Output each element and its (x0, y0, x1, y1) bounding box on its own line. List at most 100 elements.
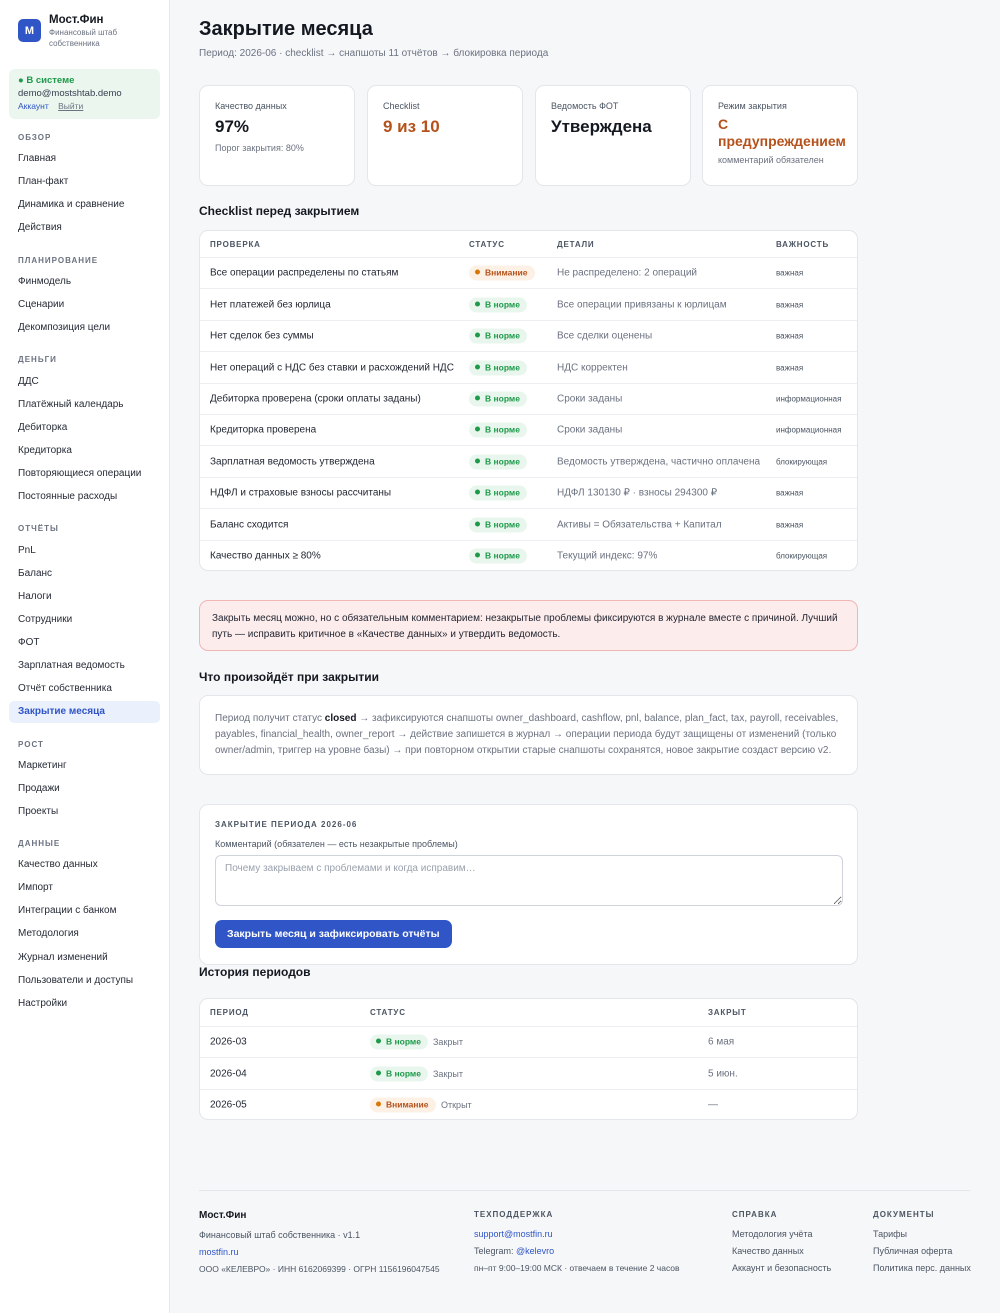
nav-item-dynamics[interactable]: Динамика и сравнение (18, 199, 124, 210)
status-badge: В норме (469, 517, 527, 532)
status-badge: В норме (469, 360, 527, 375)
check-name: Кредиторка проверена (210, 424, 317, 436)
period-state: Открыт (441, 1100, 472, 1110)
check-details: НДФЛ 130130 ₽ · взносы 294300 ₽ (557, 487, 718, 499)
kpi-note: Порог закрытия: 80% (215, 143, 304, 153)
table-row[interactable]: 2026-03 В норме Закрыт 6 мая (200, 1026, 857, 1057)
status-dot-icon (475, 332, 480, 338)
telegram-link[interactable]: @kelevro (516, 1246, 554, 1256)
nav-item-home[interactable]: Главная (18, 153, 56, 164)
status-label: В норме (485, 362, 520, 372)
nav-item-settings[interactable]: Настройки (18, 998, 67, 1009)
nav-item-taxes[interactable]: Налоги (18, 591, 52, 602)
closed-date: 5 июн. (708, 1068, 738, 1079)
nav-item-projects[interactable]: Проекты (18, 806, 58, 817)
nav-item-users-access[interactable]: Пользователи и доступы (18, 975, 133, 986)
status-dot-icon (376, 1070, 381, 1075)
status-badge: В норме (469, 454, 527, 469)
nav-item-finmodel[interactable]: Финмодель (18, 276, 71, 287)
status-dot-icon (475, 458, 480, 463)
status-label: В норме (485, 456, 520, 466)
nav-item-actions[interactable]: Действия (18, 222, 62, 233)
status-badge: Внимание (469, 265, 535, 281)
kpi-card-data-quality: Качество данных 97% Порог закрытия: 80% (199, 85, 355, 186)
nav-item-pnl[interactable]: PnL (18, 545, 36, 556)
table-row: Все операции распределены по статьям Вни… (200, 257, 857, 288)
checklist-title: Checklist перед закрытием (199, 204, 360, 218)
status-label: В норме (485, 424, 520, 435)
status-label: В норме (485, 393, 520, 404)
check-importance: важная (776, 363, 804, 372)
telegram-label: Telegram: (474, 1246, 517, 1256)
closed-date: 6 мая (708, 1036, 735, 1048)
status-dot-icon (475, 426, 480, 432)
footer-link-data-quality[interactable]: Качество данных (732, 1243, 831, 1260)
kpi-card-payroll-sheet: Ведомость ФОТ Утверждена (535, 85, 691, 186)
nav-item-bank-integrations[interactable]: Интеграции с банком (18, 905, 116, 916)
footer-tagline: Финансовый штаб собственника · v1.1 (199, 1230, 361, 1240)
table-row: Дебиторка проверена (сроки оплаты заданы… (200, 383, 857, 414)
check-details: Ведомость утверждена, частично оплачена (557, 456, 761, 467)
nav-item-sales[interactable]: Продажи (18, 783, 60, 794)
check-importance: блокирующая (776, 551, 828, 561)
table-row[interactable]: 2026-04 В норме Закрыт 5 июн. (200, 1057, 857, 1089)
support-email-link[interactable]: support@mostfin.ru (474, 1226, 680, 1243)
check-name: Все операции распределены по статьям (210, 267, 399, 279)
nav-item-import[interactable]: Импорт (18, 882, 53, 893)
check-importance: блокирующая (776, 457, 828, 466)
footer-link-tariffs[interactable]: Тарифы (873, 1226, 971, 1243)
logout-link[interactable]: Выйти (58, 101, 83, 111)
nav-item-goal-decomposition[interactable]: Декомпозиция цели (18, 322, 110, 333)
what-happens-title: Что произойдёт при закрытии (199, 670, 379, 684)
nav-item-change-log[interactable]: Журнал изменений (18, 952, 108, 963)
footer-link-privacy[interactable]: Политика перс. данных (873, 1260, 971, 1277)
nav-item-methodology[interactable]: Методология (18, 928, 79, 939)
status-badge: В норме (469, 485, 527, 501)
status-dot-icon (475, 489, 480, 495)
status-label: В норме (485, 299, 520, 309)
nav-item-payment-calendar[interactable]: Платёжный календарь (18, 399, 124, 410)
period-state: Закрыт (433, 1037, 463, 1047)
nav-section-overview: ОБЗОР (18, 133, 52, 142)
close-month-button[interactable]: Закрыть месяц и зафиксировать отчёты (215, 920, 452, 948)
footer-site-link[interactable]: mostfin.ru (199, 1244, 440, 1261)
nav-item-employees[interactable]: Сотрудники (18, 614, 72, 625)
brand-logo: М (18, 19, 41, 42)
nav-item-dds[interactable]: ДДС (18, 376, 39, 387)
brand[interactable]: М Мост.Фин Финансовый штаб собственника (18, 14, 129, 49)
kpi-value: 97% (215, 117, 250, 136)
footer-link-offer[interactable]: Публичная оферта (873, 1243, 971, 1260)
nav-item-balance[interactable]: Баланс (18, 568, 52, 579)
comment-textarea[interactable] (215, 855, 843, 906)
nav-item-recurring[interactable]: Повторяющиеся операции (18, 468, 141, 479)
auth-status: ● В системе (18, 75, 75, 86)
closed-date: — (708, 1099, 718, 1111)
status-badge: В норме (370, 1034, 428, 1050)
period-value: 2026-05 (210, 1099, 247, 1111)
history-table: ПЕРИОД СТАТУС ЗАКРЫТ 2026-03 В норме Зак… (199, 998, 858, 1120)
nav-item-data-quality[interactable]: Качество данных (18, 859, 98, 870)
footer-divider (199, 1190, 970, 1191)
account-link[interactable]: Аккаунт (18, 101, 49, 111)
table-row[interactable]: 2026-05 Внимание Открыт — (200, 1089, 857, 1119)
nav-section-growth: РОСТ (18, 740, 44, 749)
nav-item-plan-fact[interactable]: План-факт (18, 176, 68, 187)
nav-item-receivables[interactable]: Дебиторка (18, 422, 67, 433)
check-importance: информационная (776, 394, 842, 404)
nav-item-month-close[interactable]: Закрытие месяца (9, 701, 160, 723)
footer-link-account-security[interactable]: Аккаунт и безопасность (732, 1260, 831, 1277)
status-badge: Внимание (370, 1097, 436, 1113)
status-label: В норме (386, 1036, 421, 1047)
nav-item-fot[interactable]: ФОТ (18, 637, 40, 648)
footer-link-methodology[interactable]: Методология учёта (732, 1226, 831, 1243)
check-details: Сроки заданы (557, 393, 623, 405)
nav-item-payables[interactable]: Кредиторка (18, 445, 72, 456)
nav-item-scenarios[interactable]: Сценарии (18, 299, 64, 310)
warning-alert: Закрыть месяц можно, но с обязательным к… (199, 600, 858, 651)
nav-item-fixed-costs[interactable]: Постоянные расходы (18, 491, 117, 502)
nav-item-owner-report[interactable]: Отчёт собственника (18, 683, 112, 694)
status-label: В норме (485, 330, 520, 341)
column-header-importance: ВАЖНОСТЬ (776, 240, 830, 249)
nav-item-marketing[interactable]: Маркетинг (18, 760, 67, 771)
nav-item-payroll[interactable]: Зарплатная ведомость (18, 660, 125, 671)
